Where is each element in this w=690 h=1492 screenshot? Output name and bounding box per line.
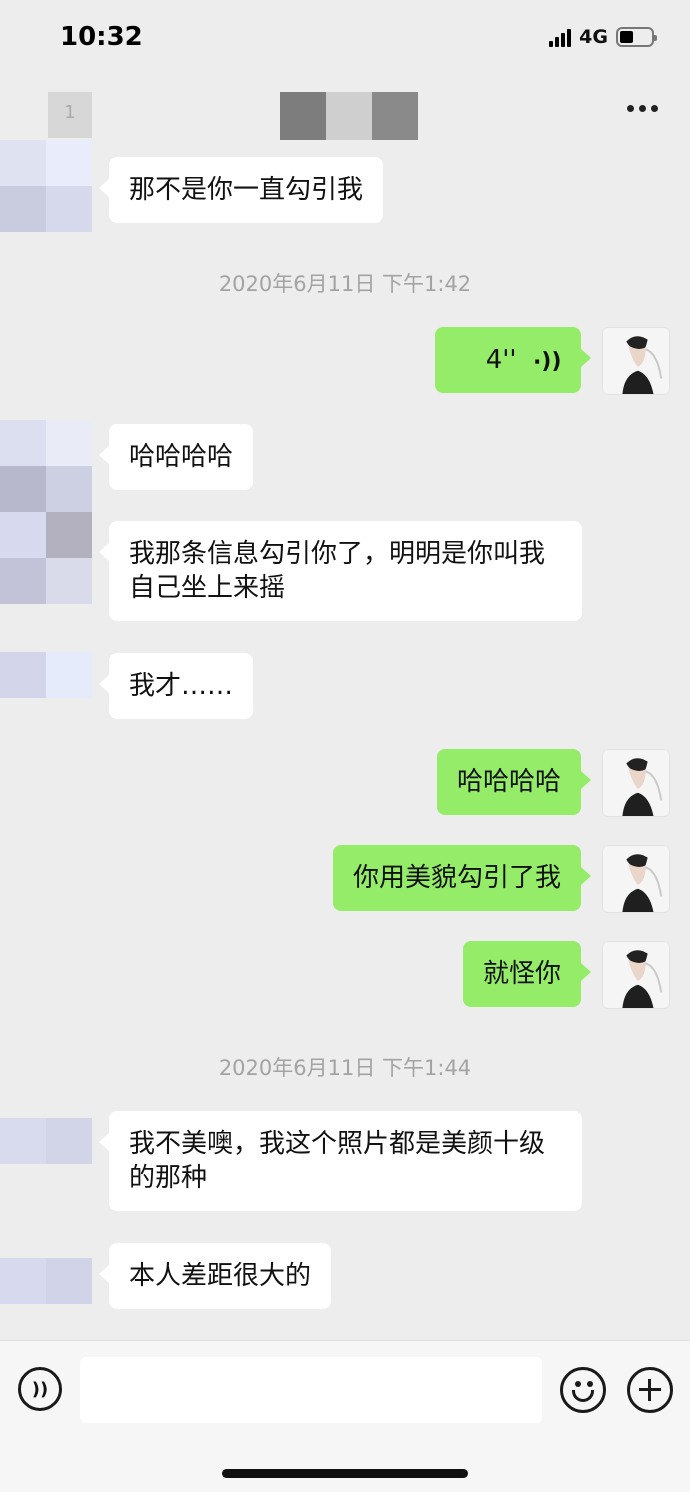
timestamp: 2020年6月11日 下午1:44 [218,1056,472,1080]
message-input[interactable] [80,1357,542,1423]
back-button[interactable]: 1 [48,92,92,138]
battery-icon [616,27,657,47]
my-avatar[interactable] [602,941,670,1009]
message-bubble-incoming[interactable]: 本人差距很大的 [98,1243,332,1309]
contact-avatar [0,1118,92,1164]
message-bubble-incoming[interactable]: 我那条信息勾引你了，明明是你叫我自己坐上来摇 [99,521,582,621]
message-bubble-incoming[interactable]: 那不是你一直勾引我 [98,157,384,223]
status-time: 10:32 [60,22,143,52]
more-dots-icon[interactable] [627,105,658,112]
status-indicators: 4G [549,26,657,48]
voice-wave-icon: )) [31,1378,49,1400]
timestamp: 2020年6月11日 下午1:42 [218,272,472,296]
signal-icon [549,27,572,47]
message-list: 那不是你一直勾引我 2020年6月11日 下午1:42 4'' ((· 哈哈哈哈… [0,140,690,1340]
contact-avatar [0,652,92,698]
message-bubble-outgoing[interactable]: 你用美貌勾引了我 [332,845,592,911]
my-avatar[interactable] [602,749,670,817]
emoji-face-icon[interactable] [560,1367,606,1413]
message-bubble-incoming[interactable]: 我不美噢，我这个照片都是美颜十级的那种 [99,1111,582,1211]
network-type: 4G [579,26,608,48]
voice-message-bubble[interactable]: 4'' ((· [435,327,591,393]
contact-avatar [0,140,92,232]
message-bubble-incoming[interactable]: 哈哈哈哈 [98,424,254,490]
unread-count: 1 [64,102,76,123]
my-avatar[interactable] [602,845,670,913]
chat-input-bar: )) [0,1340,690,1492]
message-bubble-outgoing[interactable]: 就怪你 [462,941,592,1007]
contact-avatar [0,1258,92,1304]
status-bar: 10:32 4G [0,0,690,80]
voice-wave-icon: ((· [532,348,561,373]
plus-circle-icon[interactable] [627,1367,673,1413]
voice-input-button[interactable]: )) [18,1367,62,1411]
contact-avatar [0,420,92,604]
chat-title-blurred [280,92,418,140]
my-avatar[interactable] [602,327,670,395]
voice-duration: 4'' [485,345,517,375]
message-bubble-outgoing[interactable]: 哈哈哈哈 [436,749,592,815]
message-bubble-incoming[interactable]: 我才…… [98,653,254,719]
home-indicator [222,1469,468,1478]
chat-header: 1 [0,80,690,144]
